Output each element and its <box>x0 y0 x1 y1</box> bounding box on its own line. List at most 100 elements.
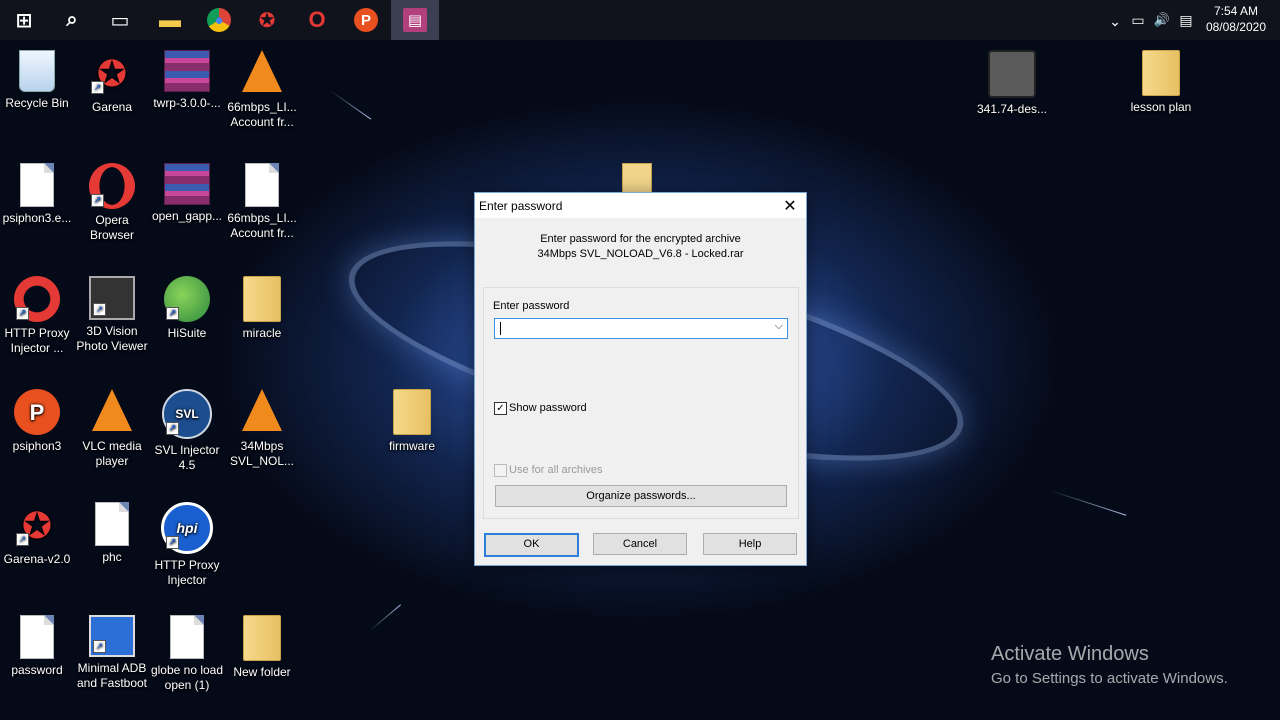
task-view-button[interactable]: ▭ <box>96 0 144 40</box>
file-explorer-button[interactable]: ▬ <box>146 0 194 40</box>
desktop-icon-twrp[interactable]: twrp-3.0.0-... <box>149 50 225 111</box>
desktop-icon-http-proxy-injector[interactable]: ↗ HTTP Proxy Injector ... <box>0 276 75 356</box>
desktop-icon-66mbps-1[interactable]: 66mbps_LI... Account fr... <box>224 50 300 130</box>
desktop-icon-opera-browser[interactable]: ↗ Opera Browser <box>74 163 150 243</box>
desktop-icon-label: Recycle Bin <box>5 96 69 110</box>
desktop-icon-label: globe no load open (1) <box>150 663 224 692</box>
desktop-icon-34mbps[interactable]: 34Mbps SVL_NOL... <box>224 389 300 469</box>
desktop-icon-password[interactable]: password <box>0 615 75 678</box>
close-icon: ✕ <box>783 197 797 215</box>
network-icon[interactable]: ▭ <box>1126 12 1150 29</box>
desktop-icon-open-gapps[interactable]: open_gapp... <box>149 163 225 224</box>
desktop-icon-hisuite[interactable]: ↗ HiSuite <box>149 276 225 341</box>
opera-button[interactable]: O <box>293 0 341 40</box>
desktop-icon-garena-v2[interactable]: ✪ ↗ Garena-v2.0 <box>0 502 75 567</box>
opera-icon: O <box>308 7 326 32</box>
desktop-icon-globe-no-load[interactable]: globe no load open (1) <box>149 615 225 693</box>
ok-button[interactable]: OK <box>484 533 579 557</box>
desktop-icon-label: lesson plan <box>1130 100 1192 114</box>
show-password-checkbox[interactable]: ✓ <box>494 402 507 415</box>
action-center-icon[interactable]: ▤ <box>1174 12 1198 29</box>
desktop-icon-label: 66mbps_LI... Account fr... <box>227 100 297 129</box>
volume-icon[interactable]: 🔊 <box>1150 12 1174 28</box>
desktop-icon-http-proxy-injector-2[interactable]: hpi ↗ HTTP Proxy Injector <box>149 502 225 588</box>
psiphon-icon: P <box>14 389 60 435</box>
close-button[interactable]: ✕ <box>774 193 806 218</box>
desktop-icon-label: Garena-v2.0 <box>3 552 71 566</box>
winrar-button[interactable]: ▤ <box>391 0 439 40</box>
desktop-icon-label: VLC media player <box>82 439 142 468</box>
desktop-icon-firmware[interactable]: firmware <box>374 389 450 454</box>
hpi-badge: hpi <box>176 519 198 536</box>
desktop-icon-minimal-adb[interactable]: ↗ Minimal ADB and Fastboot <box>74 615 150 691</box>
desktop-icon-label: firmware <box>388 439 435 453</box>
desktop-icon-label: 3D Vision Photo Viewer <box>76 324 148 353</box>
desktop-icon-3d-vision[interactable]: ↗ 3D Vision Photo Viewer <box>74 276 150 354</box>
wallpaper-folder-behind-dialog <box>622 163 652 193</box>
show-hidden-icons-chevron-icon[interactable]: ⌃ <box>1104 12 1126 29</box>
garena-button[interactable]: ✪ <box>243 0 291 40</box>
start-button[interactable]: ⊞ <box>0 0 48 40</box>
garena-icon: ✪ <box>258 9 276 32</box>
desktop-icon-new-folder[interactable]: New folder <box>224 615 300 680</box>
desktop-icon-label: phc <box>102 550 122 564</box>
psiphon-icon: P <box>354 8 378 32</box>
system-tray: ⌃ ▭ 🔊 ▤ <box>1104 0 1198 40</box>
shortcut-arrow-icon: ↗ <box>166 536 179 549</box>
desktop-icon-phc[interactable]: phc <box>74 502 150 565</box>
password-combobox[interactable]: ⌵ <box>494 318 788 339</box>
shortcut-arrow-icon: ↗ <box>166 307 179 320</box>
help-button[interactable]: Help <box>703 533 797 555</box>
vlc-cone-icon <box>242 389 282 431</box>
wallpaper-streak <box>369 604 401 631</box>
desktop-icon-66mbps-2[interactable]: 66mbps_LI... Account fr... <box>224 163 300 241</box>
desktop-icon-label: psiphon3.e... <box>2 211 72 225</box>
desktop-icon-label: psiphon3 <box>12 439 62 453</box>
desktop-icon-vlc[interactable]: VLC media player <box>74 389 150 469</box>
winrar-icon: ▤ <box>403 8 427 32</box>
search-icon: ⌕ <box>66 8 78 31</box>
clock-date: 08/08/2020 <box>1205 20 1266 34</box>
desktop-icon-nvidia-driver[interactable]: 341.74-des... <box>974 50 1050 117</box>
chrome-icon: ● <box>207 8 231 32</box>
desktop-icon-recycle-bin[interactable]: Recycle Bin <box>0 50 75 111</box>
svl-badge: SVL <box>175 406 199 421</box>
folder-icon <box>243 276 281 322</box>
shortcut-arrow-icon: ↗ <box>93 303 106 316</box>
desktop-icon-label: twrp-3.0.0-... <box>153 96 221 110</box>
shortcut-arrow-icon: ↗ <box>16 533 29 546</box>
dialog-titlebar[interactable]: Enter password ✕ <box>475 193 806 218</box>
show-password-label[interactable]: Show password <box>509 402 587 414</box>
hpi-icon: hpi ↗ <box>161 502 213 554</box>
desktop-icon-psiphon3-exe[interactable]: psiphon3.e... <box>0 163 75 226</box>
desktop-icon-label: open_gapp... <box>151 209 223 223</box>
shortcut-arrow-icon: ↗ <box>16 307 29 320</box>
folder-icon <box>393 389 431 435</box>
use-for-all-archives-checkbox[interactable] <box>494 464 507 477</box>
desktop-icon-lesson-plan[interactable]: lesson plan <box>1123 50 1199 115</box>
search-button[interactable]: ⌕ <box>48 0 96 40</box>
desktop-icon-label: miracle <box>242 326 282 340</box>
winrar-archive-icon <box>164 163 210 205</box>
document-icon <box>20 163 54 207</box>
chrome-button[interactable]: ● <box>195 0 243 40</box>
desktop-icon-garena[interactable]: ✪ ↗ Garena <box>74 50 150 115</box>
desktop-icon-label: New folder <box>233 665 291 679</box>
desktop-icon-label: Garena <box>91 100 133 114</box>
clock[interactable]: 7:54 AM 08/08/2020 <box>1206 3 1266 35</box>
desktop-icon-svl-injector[interactable]: SVL ↗ SVL Injector 4.5 <box>149 389 225 473</box>
chevron-down-icon[interactable]: ⌵ <box>775 320 783 333</box>
cancel-button[interactable]: Cancel <box>593 533 687 555</box>
psiphon-button[interactable]: P <box>342 0 390 40</box>
desktop-icon-miracle[interactable]: miracle <box>224 276 300 341</box>
watermark-subtitle: Go to Settings to activate Windows. <box>991 670 1228 687</box>
svl-injector-icon: SVL ↗ <box>162 389 212 439</box>
minimal-adb-icon: ↗ <box>89 615 135 657</box>
dialog-message-line1: Enter password for the encrypted archive <box>540 233 741 245</box>
3d-vision-photo-viewer-icon: ↗ <box>89 276 135 320</box>
desktop-icon-psiphon3[interactable]: P psiphon3 <box>0 389 75 454</box>
organize-passwords-button[interactable]: Organize passwords... <box>495 485 787 507</box>
desktop-icon-label: 66mbps_LI... Account fr... <box>227 211 297 240</box>
taskbar: ⊞ ⌕ ▭ ▬ ● ✪ O P ▤ ⌃ ▭ 🔊 ▤ 7:54 AM 08/08/… <box>0 0 1280 40</box>
desktop-icon-label: Minimal ADB and Fastboot <box>76 661 148 690</box>
